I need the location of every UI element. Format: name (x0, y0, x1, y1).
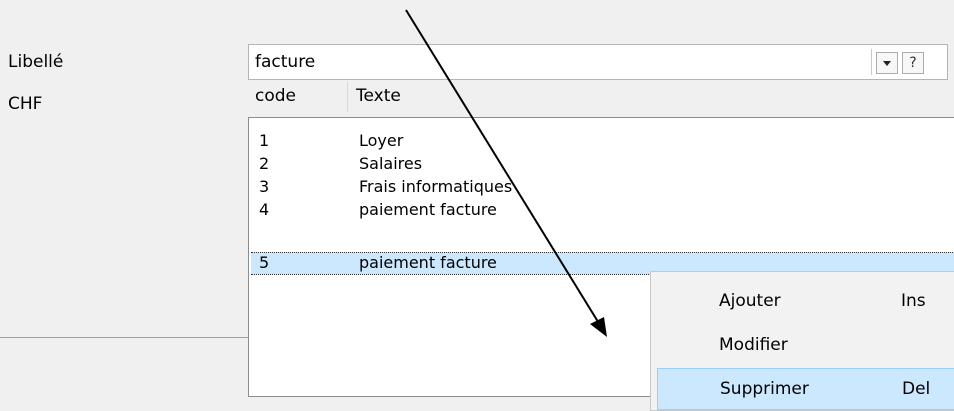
list-item-text: paiement facture (359, 200, 497, 219)
combo-separator (871, 49, 872, 75)
menu-item-ajouter[interactable]: Ajouter Ins (657, 280, 954, 322)
list-item-text: Salaires (359, 154, 423, 173)
panel-divider (0, 337, 248, 338)
list-item[interactable]: 3 Frais informatiques (251, 176, 954, 199)
list-item[interactable]: 4 paiement facture (251, 199, 954, 222)
libelle-combobox[interactable]: ? (248, 44, 948, 80)
menu-item-label: Ajouter (719, 291, 781, 311)
column-header-code[interactable]: code (255, 86, 296, 106)
list-item-text: Loyer (359, 131, 404, 150)
menu-item-modifier[interactable]: Modifier (657, 324, 954, 366)
list-item-code: 5 (259, 253, 270, 272)
column-divider (347, 82, 348, 112)
list-item-code: 4 (259, 200, 270, 219)
column-header-texte[interactable]: Texte (356, 86, 401, 106)
menu-item-supprimer[interactable]: Supprimer Del (657, 368, 954, 410)
list-item-text: paiement facture (359, 253, 497, 272)
menu-item-label: Modifier (719, 335, 788, 355)
chf-label: CHF (8, 94, 43, 114)
context-menu: Ajouter Ins Modifier Supprimer Del (650, 271, 954, 411)
list-item-code: 3 (259, 177, 270, 196)
list-item[interactable]: 1 Loyer (251, 130, 954, 153)
dropdown-button[interactable] (876, 52, 898, 74)
help-button[interactable]: ? (902, 52, 924, 74)
chevron-down-icon (883, 60, 891, 66)
menu-item-shortcut: Del (902, 379, 931, 399)
libelle-label: Libellé (8, 52, 64, 72)
list-item-code: 1 (259, 131, 270, 150)
menu-item-label: Supprimer (720, 379, 809, 399)
list-item-code: 2 (259, 154, 270, 173)
menu-item-shortcut: Ins (901, 291, 926, 311)
list-item[interactable]: 2 Salaires (251, 153, 954, 176)
list-item-text: Frais informatiques (359, 177, 513, 196)
libelle-input[interactable] (249, 45, 869, 79)
